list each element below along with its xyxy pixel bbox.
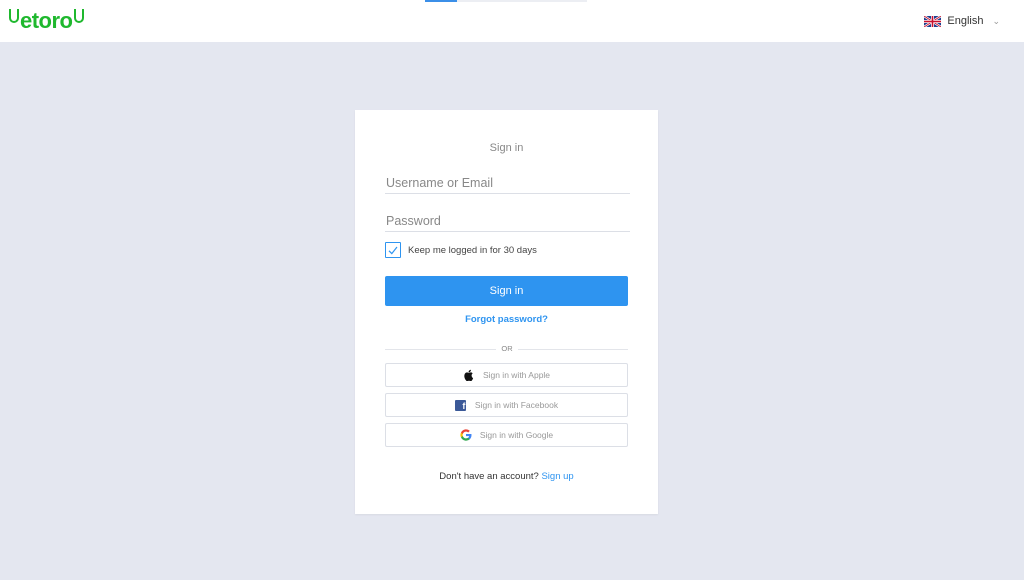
chevron-down-icon: ⌄ [992, 15, 1000, 26]
etoro-logo[interactable]: etoro [8, 8, 85, 34]
forgot-password-link[interactable]: Forgot password? [355, 314, 658, 325]
password-input[interactable] [385, 211, 630, 232]
signin-apple-button[interactable]: Sign in with Apple [385, 363, 628, 387]
checkmark-icon [388, 246, 398, 255]
google-label: Sign in with Google [479, 430, 554, 440]
signup-text: Don't have an account? [439, 471, 539, 482]
or-divider: OR [385, 344, 628, 354]
loading-progress-bar [425, 0, 587, 2]
signup-prompt: Don't have an account? Sign up [355, 471, 658, 482]
signin-button[interactable]: Sign in [385, 276, 628, 306]
remember-label: Keep me logged in for 30 days [408, 244, 537, 256]
logo-text: etoro [20, 8, 73, 33]
signin-google-button[interactable]: Sign in with Google [385, 423, 628, 447]
apple-icon [463, 369, 475, 381]
remember-checkbox[interactable] [385, 242, 401, 258]
uk-flag-icon [924, 15, 942, 27]
language-selector[interactable]: English ⌄ [924, 12, 1000, 30]
facebook-label: Sign in with Facebook [474, 400, 559, 410]
facebook-icon: f [455, 399, 467, 411]
loading-progress-fill [425, 0, 458, 2]
or-label: OR [496, 344, 518, 353]
signin-facebook-button[interactable]: f Sign in with Facebook [385, 393, 628, 417]
logo-right-horn [73, 9, 84, 23]
username-input[interactable] [385, 173, 630, 194]
top-header: etoro English ⌄ [0, 0, 1024, 42]
apple-label: Sign in with Apple [482, 370, 551, 380]
remember-me[interactable]: Keep me logged in for 30 days [385, 241, 537, 259]
logo-left-horn [9, 9, 19, 23]
language-label: English [947, 15, 984, 27]
signin-card: Sign in Keep me logged in for 30 days Si… [355, 110, 658, 514]
google-icon [460, 429, 472, 441]
signin-title: Sign in [489, 142, 524, 154]
signup-link[interactable]: Sign up [541, 471, 573, 482]
